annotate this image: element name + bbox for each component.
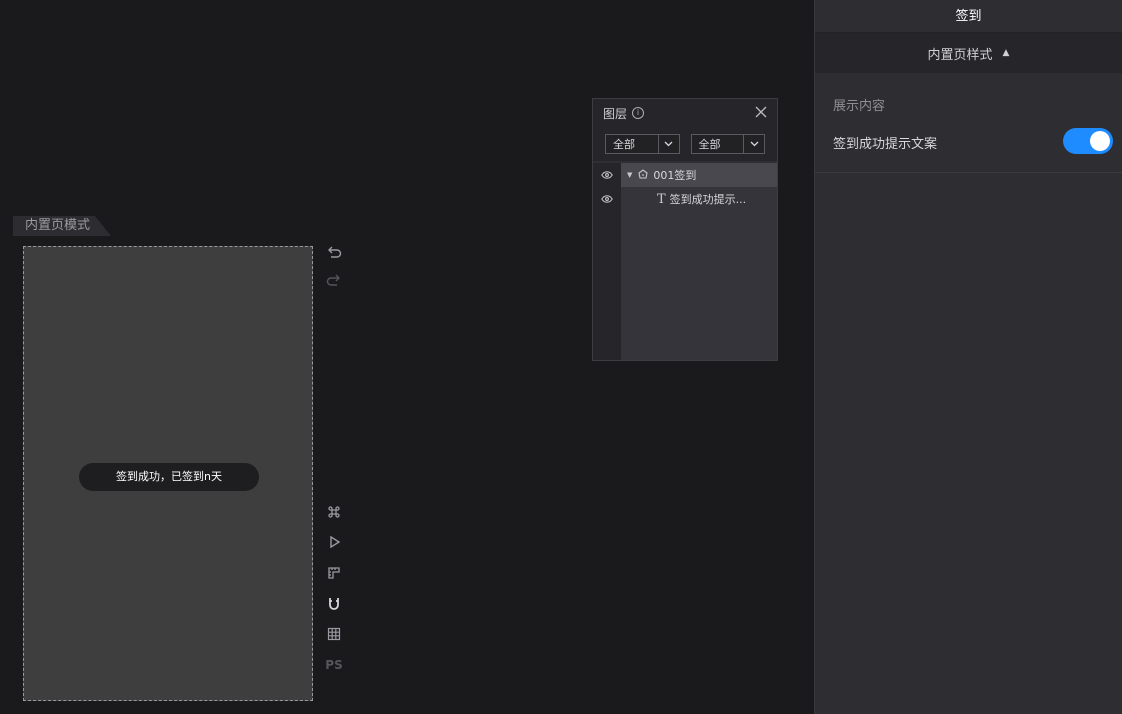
text-icon: T [657, 191, 666, 207]
layer-row-text[interactable]: T 签到成功提示... [621, 187, 777, 211]
eye-icon[interactable] [593, 187, 621, 211]
close-icon[interactable] [755, 106, 767, 121]
caret-up-icon[interactable]: ▲ [1003, 48, 1010, 58]
layer-panel: 图层 i 全部 全部 ▼ 001签到 T 签到成功提示... [592, 98, 778, 361]
success-text-toggle[interactable] [1063, 128, 1113, 154]
ruler-icon[interactable] [324, 563, 344, 583]
layer-filter-select-2[interactable]: 全部 [690, 134, 765, 154]
phone-preview[interactable]: 签到成功，已签到n天 [23, 246, 313, 701]
layer-row-label: 签到成功提示... [669, 193, 747, 206]
layer-filters: 全部 全部 [593, 127, 777, 161]
grid-icon[interactable] [324, 624, 344, 644]
select-value: 全部 [613, 138, 635, 151]
undo-icon[interactable] [324, 242, 344, 262]
toggle-knob [1090, 131, 1110, 151]
ps-icon[interactable]: PS [324, 655, 344, 675]
layer-tree: ▼ 001签到 T 签到成功提示... [621, 163, 777, 360]
layer-panel-title: 图层 [603, 106, 628, 121]
sign-in-success-toast[interactable]: 签到成功，已签到n天 [79, 463, 259, 491]
expand-triangle-icon[interactable]: ▼ [627, 171, 632, 179]
visibility-column [593, 163, 621, 360]
magnet-icon[interactable] [324, 594, 344, 614]
chevron-down-icon[interactable] [743, 135, 764, 153]
canvas-mode-tab: 内置页模式 [13, 216, 111, 236]
panel-title: 签到 [815, 0, 1122, 33]
redo-icon[interactable] [324, 270, 344, 290]
layer-panel-header: 图层 i [593, 99, 777, 127]
layer-filter-select-1[interactable]: 全部 [605, 134, 680, 154]
info-icon[interactable]: i [632, 107, 645, 119]
chevron-down-icon[interactable] [657, 135, 679, 153]
layer-row-group[interactable]: ▼ 001签到 [621, 163, 777, 187]
component-icon [637, 168, 649, 183]
select-value: 全部 [698, 138, 721, 151]
layer-list: ▼ 001签到 T 签到成功提示... [593, 163, 777, 360]
divider [815, 172, 1122, 173]
group-label: 展示内容 [833, 99, 886, 114]
section-title: 内置页样式 [927, 47, 993, 63]
layer-row-label: 001签到 [653, 169, 697, 182]
section-header[interactable]: 内置页样式 ▲ [815, 33, 1122, 73]
eye-icon[interactable] [593, 163, 621, 187]
play-icon[interactable] [324, 532, 344, 552]
command-icon[interactable] [324, 502, 344, 522]
field-label: 签到成功提示文案 [833, 137, 938, 152]
property-panel: 签到 内置页样式 ▲ 展示内容 签到成功提示文案 [814, 0, 1122, 714]
